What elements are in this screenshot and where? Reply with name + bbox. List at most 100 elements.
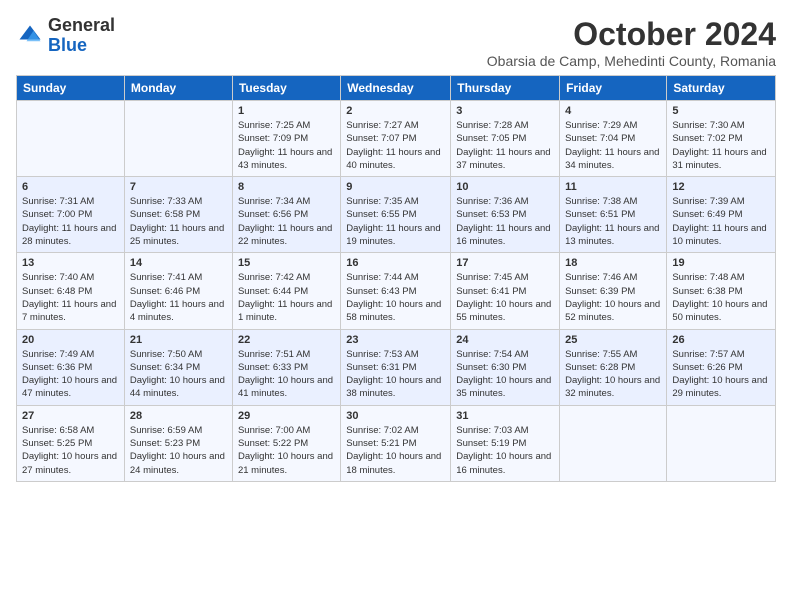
calendar-cell: 3 Sunrise: 7:28 AM Sunset: 7:05 PM Daylig… bbox=[451, 101, 560, 177]
day-info: Sunrise: 7:44 AM Sunset: 6:43 PM Dayligh… bbox=[346, 271, 445, 324]
day-number: 20 bbox=[22, 334, 119, 346]
day-info: Sunrise: 7:38 AM Sunset: 6:51 PM Dayligh… bbox=[565, 195, 661, 248]
day-number: 26 bbox=[672, 334, 770, 346]
calendar-week-1: 1Sunrise: 7:25 AM Sunset: 7:09 PM Daylig… bbox=[17, 101, 776, 177]
day-info: Sunrise: 7:33 AM Sunset: 6:58 PM Dayligh… bbox=[130, 195, 227, 248]
calendar-cell: 4 Sunrise: 7:29 AM Sunset: 7:04 PM Daylig… bbox=[560, 101, 667, 177]
day-number: 2 bbox=[346, 105, 445, 117]
day-info: Sunrise: 7:48 AM Sunset: 6:38 PM Dayligh… bbox=[672, 271, 770, 324]
calendar-cell: 7 Sunrise: 7:33 AM Sunset: 6:58 PM Daylig… bbox=[124, 177, 232, 253]
calendar-cell: 14 Sunrise: 7:41 AM Sunset: 6:46 PM Dayli… bbox=[124, 253, 232, 329]
day-info: Sunrise: 7:55 AM Sunset: 6:28 PM Dayligh… bbox=[565, 348, 661, 401]
calendar-cell bbox=[124, 101, 232, 177]
title-block: October 2024 Obarsia de Camp, Mehedinti … bbox=[487, 16, 776, 69]
calendar-cell: 17Sunrise: 7:45 AM Sunset: 6:41 PM Dayli… bbox=[451, 253, 560, 329]
calendar-cell bbox=[667, 405, 776, 481]
day-number: 29 bbox=[238, 410, 335, 422]
day-info: Sunrise: 7:49 AM Sunset: 6:36 PM Dayligh… bbox=[22, 348, 119, 401]
day-number: 14 bbox=[130, 257, 227, 269]
calendar-cell: 25Sunrise: 7:55 AM Sunset: 6:28 PM Dayli… bbox=[560, 329, 667, 405]
calendar-cell: 5 Sunrise: 7:30 AM Sunset: 7:02 PM Daylig… bbox=[667, 101, 776, 177]
weekday-header-wednesday: Wednesday bbox=[341, 76, 451, 101]
calendar-cell: 21 Sunrise: 7:50 AM Sunset: 6:34 PM Dayli… bbox=[124, 329, 232, 405]
calendar-week-5: 27 Sunrise: 6:58 AM Sunset: 5:25 PM Dayli… bbox=[17, 405, 776, 481]
logo-blue: Blue bbox=[48, 35, 87, 55]
calendar-cell: 13 Sunrise: 7:40 AM Sunset: 6:48 PM Dayli… bbox=[17, 253, 125, 329]
calendar-cell: 10 Sunrise: 7:36 AM Sunset: 6:53 PM Dayli… bbox=[451, 177, 560, 253]
logo: General Blue bbox=[16, 16, 115, 56]
day-info: Sunrise: 7:27 AM Sunset: 7:07 PM Dayligh… bbox=[346, 119, 445, 172]
calendar-cell: 6 Sunrise: 7:31 AM Sunset: 7:00 PM Daylig… bbox=[17, 177, 125, 253]
weekday-header-monday: Monday bbox=[124, 76, 232, 101]
calendar-cell: 12 Sunrise: 7:39 AM Sunset: 6:49 PM Dayli… bbox=[667, 177, 776, 253]
day-info: Sunrise: 7:00 AM Sunset: 5:22 PM Dayligh… bbox=[238, 424, 335, 477]
calendar-week-3: 13 Sunrise: 7:40 AM Sunset: 6:48 PM Dayli… bbox=[17, 253, 776, 329]
calendar-cell: 23 Sunrise: 7:53 AM Sunset: 6:31 PM Dayli… bbox=[341, 329, 451, 405]
calendar-cell: 19Sunrise: 7:48 AM Sunset: 6:38 PM Dayli… bbox=[667, 253, 776, 329]
day-info: Sunrise: 7:50 AM Sunset: 6:34 PM Dayligh… bbox=[130, 348, 227, 401]
calendar-cell: 26 Sunrise: 7:57 AM Sunset: 6:26 PM Dayli… bbox=[667, 329, 776, 405]
day-info: Sunrise: 7:53 AM Sunset: 6:31 PM Dayligh… bbox=[346, 348, 445, 401]
day-number: 16 bbox=[346, 257, 445, 269]
day-info: Sunrise: 7:51 AM Sunset: 6:33 PM Dayligh… bbox=[238, 348, 335, 401]
calendar-cell: 30 Sunrise: 7:02 AM Sunset: 5:21 PM Dayli… bbox=[341, 405, 451, 481]
day-number: 11 bbox=[565, 181, 661, 193]
day-number: 12 bbox=[672, 181, 770, 193]
weekday-header-thursday: Thursday bbox=[451, 76, 560, 101]
day-number: 8 bbox=[238, 181, 335, 193]
month-title: October 2024 bbox=[487, 16, 776, 53]
day-number: 27 bbox=[22, 410, 119, 422]
location-subtitle: Obarsia de Camp, Mehedinti County, Roman… bbox=[487, 53, 776, 69]
logo-icon bbox=[16, 22, 44, 50]
logo-general: General bbox=[48, 15, 115, 35]
day-info: Sunrise: 7:34 AM Sunset: 6:56 PM Dayligh… bbox=[238, 195, 335, 248]
weekday-header-row: SundayMondayTuesdayWednesdayThursdayFrid… bbox=[17, 76, 776, 101]
calendar-cell: 18 Sunrise: 7:46 AM Sunset: 6:39 PM Dayli… bbox=[560, 253, 667, 329]
day-number: 13 bbox=[22, 257, 119, 269]
day-info: Sunrise: 7:36 AM Sunset: 6:53 PM Dayligh… bbox=[456, 195, 554, 248]
day-info: Sunrise: 7:03 AM Sunset: 5:19 PM Dayligh… bbox=[456, 424, 554, 477]
day-number: 1 bbox=[238, 105, 335, 117]
day-info: Sunrise: 7:40 AM Sunset: 6:48 PM Dayligh… bbox=[22, 271, 119, 324]
weekday-header-sunday: Sunday bbox=[17, 76, 125, 101]
calendar-cell bbox=[17, 101, 125, 177]
calendar-cell: 15Sunrise: 7:42 AM Sunset: 6:44 PM Dayli… bbox=[232, 253, 340, 329]
day-number: 6 bbox=[22, 181, 119, 193]
day-info: Sunrise: 6:58 AM Sunset: 5:25 PM Dayligh… bbox=[22, 424, 119, 477]
page-header: General Blue October 2024 Obarsia de Cam… bbox=[16, 16, 776, 69]
calendar-cell: 31Sunrise: 7:03 AM Sunset: 5:19 PM Dayli… bbox=[451, 405, 560, 481]
day-info: Sunrise: 7:57 AM Sunset: 6:26 PM Dayligh… bbox=[672, 348, 770, 401]
day-number: 4 bbox=[565, 105, 661, 117]
calendar-cell: 1Sunrise: 7:25 AM Sunset: 7:09 PM Daylig… bbox=[232, 101, 340, 177]
day-number: 24 bbox=[456, 334, 554, 346]
day-number: 3 bbox=[456, 105, 554, 117]
day-number: 15 bbox=[238, 257, 335, 269]
day-info: Sunrise: 7:29 AM Sunset: 7:04 PM Dayligh… bbox=[565, 119, 661, 172]
calendar-week-2: 6 Sunrise: 7:31 AM Sunset: 7:00 PM Daylig… bbox=[17, 177, 776, 253]
day-number: 21 bbox=[130, 334, 227, 346]
calendar-cell: 27 Sunrise: 6:58 AM Sunset: 5:25 PM Dayli… bbox=[17, 405, 125, 481]
day-info: Sunrise: 7:31 AM Sunset: 7:00 PM Dayligh… bbox=[22, 195, 119, 248]
day-info: Sunrise: 6:59 AM Sunset: 5:23 PM Dayligh… bbox=[130, 424, 227, 477]
day-number: 7 bbox=[130, 181, 227, 193]
calendar-cell bbox=[560, 405, 667, 481]
day-number: 22 bbox=[238, 334, 335, 346]
day-info: Sunrise: 7:02 AM Sunset: 5:21 PM Dayligh… bbox=[346, 424, 445, 477]
calendar-cell: 28Sunrise: 6:59 AM Sunset: 5:23 PM Dayli… bbox=[124, 405, 232, 481]
day-number: 30 bbox=[346, 410, 445, 422]
day-number: 23 bbox=[346, 334, 445, 346]
day-info: Sunrise: 7:46 AM Sunset: 6:39 PM Dayligh… bbox=[565, 271, 661, 324]
day-info: Sunrise: 7:30 AM Sunset: 7:02 PM Dayligh… bbox=[672, 119, 770, 172]
day-info: Sunrise: 7:54 AM Sunset: 6:30 PM Dayligh… bbox=[456, 348, 554, 401]
weekday-header-saturday: Saturday bbox=[667, 76, 776, 101]
weekday-header-tuesday: Tuesday bbox=[232, 76, 340, 101]
day-number: 5 bbox=[672, 105, 770, 117]
day-number: 18 bbox=[565, 257, 661, 269]
day-info: Sunrise: 7:28 AM Sunset: 7:05 PM Dayligh… bbox=[456, 119, 554, 172]
day-info: Sunrise: 7:41 AM Sunset: 6:46 PM Dayligh… bbox=[130, 271, 227, 324]
calendar-cell: 22 Sunrise: 7:51 AM Sunset: 6:33 PM Dayli… bbox=[232, 329, 340, 405]
day-number: 10 bbox=[456, 181, 554, 193]
calendar-cell: 16 Sunrise: 7:44 AM Sunset: 6:43 PM Dayli… bbox=[341, 253, 451, 329]
day-info: Sunrise: 7:39 AM Sunset: 6:49 PM Dayligh… bbox=[672, 195, 770, 248]
calendar-table: SundayMondayTuesdayWednesdayThursdayFrid… bbox=[16, 75, 776, 482]
